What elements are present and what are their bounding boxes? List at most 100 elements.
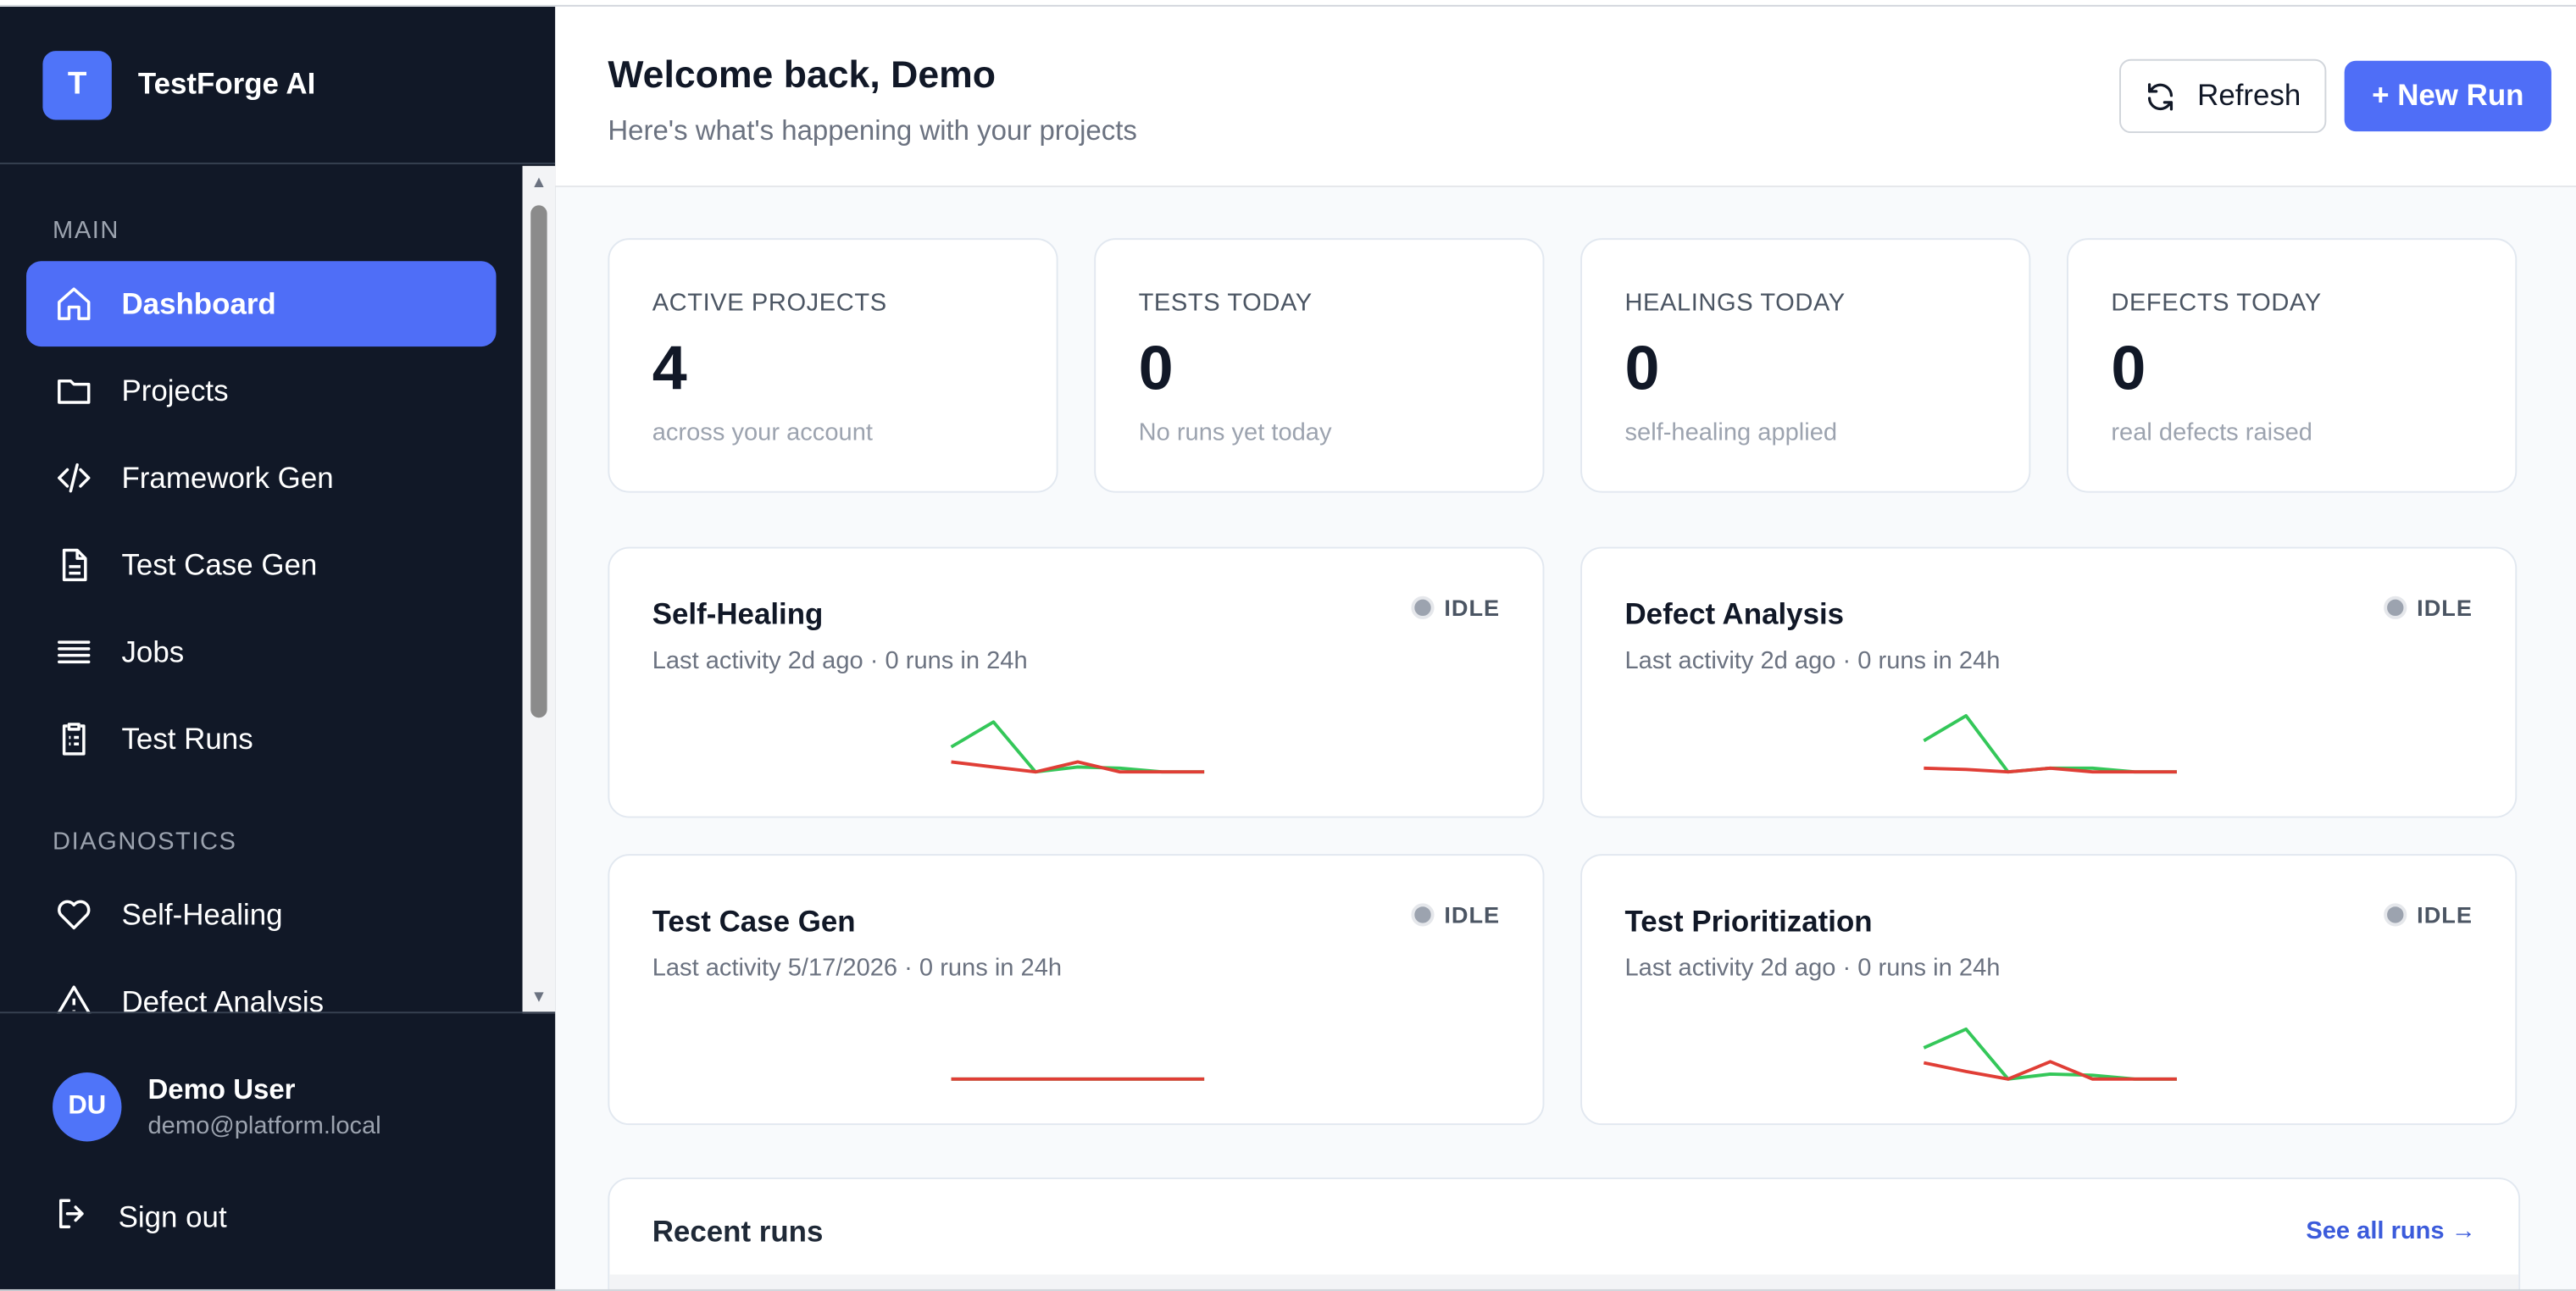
code-icon [53,457,95,499]
clipboard-icon [53,718,95,760]
sidebar-item-test-runs[interactable]: Test Runs [26,696,496,782]
stat-label: DEFECTS TODAY [2111,289,2322,318]
avatar: DU [53,1072,122,1142]
stat-value: 0 [1624,335,1660,404]
stat-label: HEALINGS TODAY [1624,289,1846,318]
sidebar-item-framework-gen[interactable]: Framework Gen [26,435,496,521]
status-label: IDLE [2417,901,2473,928]
recent-runs-panel: Recent runs See all runs → [608,1177,2521,1291]
sparkline-failure-series [1923,1060,2177,1081]
stat-label: ACTIVE PROJECTS [652,289,887,318]
card-title: Test Case Gen [652,905,856,939]
user-name: Demo User [147,1073,296,1105]
card-subtitle: Last activity 5/17/2026 · 0 runs in 24h [652,954,1063,983]
status-badge: IDLE [2384,595,2472,621]
status-label: IDLE [1444,901,1501,928]
page-subtitle: Here's what's happening with your projec… [608,114,1137,147]
status-label: IDLE [1444,594,1501,621]
card-title: Test Prioritization [1624,905,1873,939]
card-subtitle: Last activity 2d ago · 0 runs in 24h [652,646,1028,675]
stat-card-healings-today: HEALINGS TODAY 0 self-healing applied [1580,238,2031,493]
folder-icon [53,369,95,412]
sign-out-label: Sign out [118,1200,227,1234]
sparkline [950,720,1205,774]
sidebar-item-dashboard[interactable]: Dashboard [26,261,497,347]
status-badge: IDLE [2384,901,2472,928]
status-dot-icon [1411,596,1435,619]
sparkline-success-series [1923,713,2177,774]
stat-note: self-healing applied [1624,418,1838,447]
sidebar-item-jobs[interactable]: Jobs [26,609,496,695]
sidebar-item-label: Projects [121,374,229,407]
sidebar-item-label: Test Runs [121,722,253,755]
agent-card-test-case-gen[interactable]: Test Case Gen Last activity 5/17/2026 · … [608,854,1545,1126]
user-email: demo@platform.local [147,1111,381,1140]
stat-note: real defects raised [2111,418,2313,447]
main-content: Welcome back, Demo Here's what's happeni… [555,6,2576,1291]
sidebar-item-projects[interactable]: Projects [26,348,496,434]
stat-value: 0 [1138,335,1174,404]
sidebar-item-label: Self-Healing [121,897,283,931]
status-dot-icon [2384,903,2407,927]
brand-logo: T [42,50,112,119]
stat-card-tests-today: TESTS TODAY 0 No runs yet today [1094,238,1545,493]
sidebar: T TestForge AI MAIN Dashboard Projects F… [0,6,556,1291]
brand-name: TestForge AI [137,67,316,101]
sidebar-nav: MAIN Dashboard Projects Framework Gen Te… [0,166,555,1014]
agent-card-defect-analysis[interactable]: Defect Analysis Last activity 2d ago · 0… [1580,546,2518,818]
sidebar-item-test-case-gen[interactable]: Test Case Gen [26,523,496,608]
list-icon [53,630,95,673]
stat-value: 0 [2111,335,2146,404]
sidebar-item-label: Defect Analysis [121,984,325,1014]
agent-card-self-healing[interactable]: Self-Healing Last activity 2d ago · 0 ru… [608,546,1545,818]
recent-runs-title: Recent runs [652,1215,824,1249]
sidebar-item-label: Jobs [121,634,185,668]
card-title: Self-Healing [652,597,824,631]
sign-out-button[interactable]: Sign out [53,1194,227,1242]
scroll-up-arrow-icon[interactable]: ▲ [529,173,548,192]
sidebar-item-label: Framework Gen [121,460,334,494]
user-profile[interactable]: DU Demo User demo@platform.local [53,1072,381,1142]
warning-icon [53,980,95,1014]
logout-icon [53,1194,92,1242]
page-header: Welcome back, Demo Here's what's happeni… [555,6,2576,188]
heart-icon [53,894,95,936]
scroll-thumb[interactable] [530,205,547,718]
stat-value: 4 [652,335,687,404]
stat-note: across your account [652,418,873,447]
see-all-runs-link[interactable]: See all runs → [2306,1217,2475,1245]
section-title-diagnostics: DIAGNOSTICS [53,828,237,856]
status-dot-icon [2384,596,2407,619]
brand[interactable]: T TestForge AI [0,7,556,164]
scroll-down-arrow-icon[interactable]: ▼ [529,987,548,1006]
sidebar-item-self-healing[interactable]: Self-Healing [26,873,496,958]
stat-card-active-projects: ACTIVE PROJECTS 4 across your account [608,238,1058,493]
sparkline [1923,713,2177,774]
document-icon [53,544,95,586]
stat-card-defects-today: DEFECTS TODAY 0 real defects raised [2067,238,2518,493]
status-badge: IDLE [1411,901,1501,928]
status-dot-icon [1411,903,1435,927]
section-title-main: MAIN [53,216,119,245]
sidebar-scrollbar[interactable]: ▲ ▼ [522,165,556,1014]
status-badge: IDLE [1411,594,1501,621]
sparkline-success-series [950,720,1205,774]
refresh-button[interactable]: Refresh [2119,58,2327,134]
refresh-icon [2145,80,2178,113]
sidebar-item-label: Dashboard [121,286,276,320]
card-subtitle: Last activity 2d ago · 0 runs in 24h [1624,954,2001,983]
sidebar-item-defect-analysis[interactable]: Defect Analysis [26,959,496,1014]
card-title: Defect Analysis [1624,597,1845,631]
agent-card-test-prioritization[interactable]: Test Prioritization Last activity 2d ago… [1580,854,2518,1126]
window-top-edge [0,0,2576,7]
stat-note: No runs yet today [1138,418,1332,447]
sparkline-failure-series [1924,766,2177,774]
stat-label: TESTS TODAY [1138,289,1313,318]
user-panel: DU Demo User demo@platform.local Sign ou… [0,1011,556,1291]
card-subtitle: Last activity 2d ago · 0 runs in 24h [1624,646,2001,675]
new-run-button[interactable]: + New Run [2344,60,2551,132]
status-label: IDLE [2417,594,2473,621]
page-title: Welcome back, Demo [608,53,997,96]
refresh-label: Refresh [2197,79,2301,112]
home-icon [53,282,95,324]
